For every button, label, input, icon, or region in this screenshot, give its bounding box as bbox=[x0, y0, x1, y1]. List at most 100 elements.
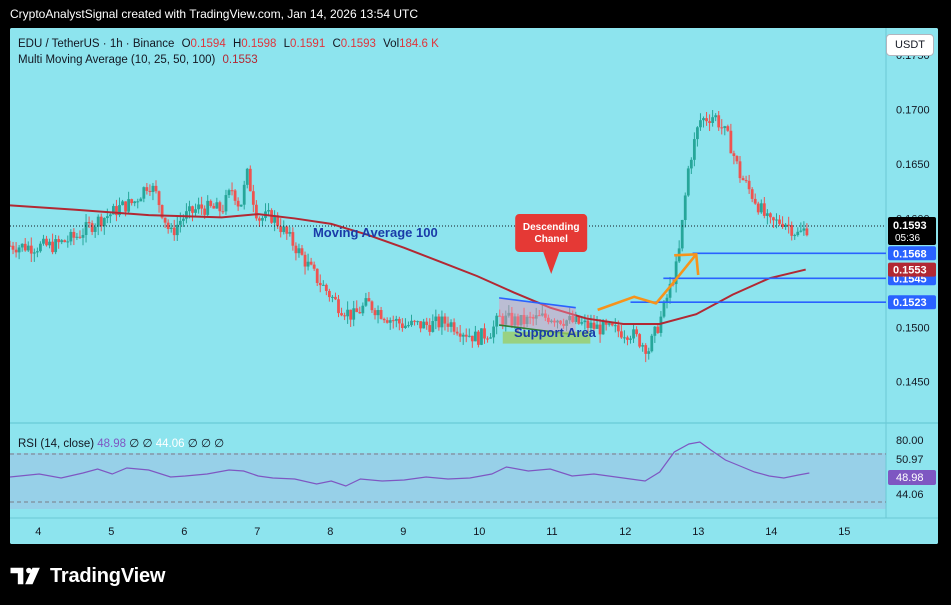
candle-body bbox=[680, 220, 684, 249]
candle-body bbox=[404, 325, 407, 328]
rsi-axis-label: 50.97 bbox=[896, 454, 924, 466]
candle-body bbox=[483, 328, 486, 339]
candle-body bbox=[334, 296, 337, 300]
candle-body bbox=[440, 316, 444, 328]
x-tick-label: 11 bbox=[546, 526, 557, 538]
candle-body bbox=[355, 308, 359, 313]
candle-body bbox=[765, 213, 769, 216]
candle-body bbox=[729, 130, 733, 154]
candle-body bbox=[580, 322, 584, 324]
y-tick-label: 0.1500 bbox=[896, 322, 930, 334]
ma-indicator-value: 0.1553 bbox=[222, 54, 258, 66]
candle-body bbox=[601, 321, 605, 335]
candle-body bbox=[318, 282, 322, 286]
candle-body bbox=[60, 240, 64, 243]
candle-body bbox=[744, 180, 748, 182]
rsi-axis-label: 44.06 bbox=[896, 489, 924, 501]
candle-body bbox=[370, 301, 374, 311]
candle-body bbox=[42, 238, 45, 244]
rsi-indicator-label[interactable]: RSI (14, close) bbox=[18, 438, 94, 450]
candle-body bbox=[647, 351, 651, 354]
candle-body bbox=[708, 121, 711, 123]
chart-canvas[interactable]: 0.17500.17000.16500.16000.15500.15000.14… bbox=[10, 28, 938, 544]
candle-body bbox=[577, 316, 581, 324]
candle-body bbox=[154, 185, 158, 192]
candle-body bbox=[139, 198, 143, 202]
candle-body bbox=[598, 324, 602, 335]
x-tick-label: 14 bbox=[765, 526, 777, 538]
x-tick-label: 10 bbox=[473, 526, 485, 538]
candle-body bbox=[805, 228, 809, 236]
candle-body bbox=[285, 226, 289, 234]
close-value: 0.1593 bbox=[340, 38, 376, 50]
rsi-legend: RSI (14, close) 48.98 ∅ ∅ 44.06 ∅ ∅ ∅ bbox=[18, 436, 224, 450]
candle-body bbox=[163, 217, 167, 223]
candle-body bbox=[747, 180, 751, 190]
candle-body bbox=[753, 198, 757, 204]
candle-body bbox=[197, 204, 200, 210]
candle-body bbox=[382, 318, 386, 321]
candle-body bbox=[473, 331, 477, 342]
candle-body bbox=[10, 245, 12, 247]
candle-body bbox=[762, 203, 766, 216]
candle-body bbox=[686, 168, 690, 196]
candle-body bbox=[446, 323, 450, 327]
x-tick-label: 6 bbox=[181, 526, 187, 538]
candle-body bbox=[665, 297, 669, 302]
candle-body bbox=[629, 338, 632, 340]
candle-body bbox=[157, 191, 161, 206]
candle-body bbox=[467, 335, 471, 337]
level-price-label: 0.1523 bbox=[893, 297, 927, 309]
y-tick-label: 0.1450 bbox=[896, 377, 930, 389]
candle-body bbox=[26, 245, 30, 251]
candle-body bbox=[57, 239, 61, 243]
candle-body bbox=[258, 218, 261, 221]
candle-body bbox=[212, 205, 216, 209]
candle-body bbox=[248, 168, 252, 192]
candle-body bbox=[72, 231, 76, 238]
candle-body bbox=[343, 315, 346, 317]
candle-body bbox=[66, 241, 70, 243]
x-tick-label: 13 bbox=[692, 526, 704, 538]
rsi-axis-label: 48.98 bbox=[896, 472, 924, 484]
candle-body bbox=[181, 218, 185, 221]
candle-body bbox=[324, 284, 328, 291]
candle-body bbox=[227, 190, 231, 196]
symbol-label[interactable]: EDU / TetherUS · 1h · Binance bbox=[18, 38, 174, 50]
chart-panel[interactable]: 0.17500.17000.16500.16000.15500.15000.14… bbox=[10, 28, 938, 544]
candle-body bbox=[102, 218, 106, 227]
candle-body bbox=[224, 195, 228, 212]
candle-body bbox=[425, 321, 429, 326]
candle-body bbox=[306, 261, 310, 267]
candle-body bbox=[705, 118, 708, 122]
candle-body bbox=[410, 320, 413, 326]
candle-body bbox=[422, 321, 426, 329]
candle-body bbox=[349, 309, 353, 320]
candle-body bbox=[632, 329, 635, 339]
candle-body bbox=[291, 232, 295, 246]
candle-body bbox=[644, 345, 648, 354]
candle-body bbox=[787, 224, 791, 226]
candle-body bbox=[461, 334, 465, 337]
candle-body bbox=[689, 159, 693, 169]
candle-body bbox=[470, 335, 474, 342]
currency-button[interactable]: USDT bbox=[886, 34, 934, 56]
candle-body bbox=[373, 310, 377, 316]
candle-body bbox=[650, 335, 654, 352]
candle-body bbox=[391, 320, 395, 322]
ma-indicator-label[interactable]: Multi Moving Average (10, 25, 50, 100) bbox=[18, 54, 215, 66]
candle-body bbox=[315, 268, 319, 283]
candle-body bbox=[90, 223, 94, 232]
candle-body bbox=[39, 243, 42, 252]
candle-body bbox=[337, 299, 340, 314]
candle-body bbox=[84, 222, 88, 235]
candle-body bbox=[93, 226, 97, 232]
candle-body bbox=[619, 331, 623, 338]
candle-body bbox=[145, 187, 149, 191]
candle-body bbox=[87, 222, 91, 224]
x-tick-label: 12 bbox=[619, 526, 631, 538]
candle-body bbox=[321, 284, 325, 286]
candle-body bbox=[99, 216, 103, 227]
candle-body bbox=[720, 127, 724, 129]
candle-body bbox=[702, 118, 705, 121]
